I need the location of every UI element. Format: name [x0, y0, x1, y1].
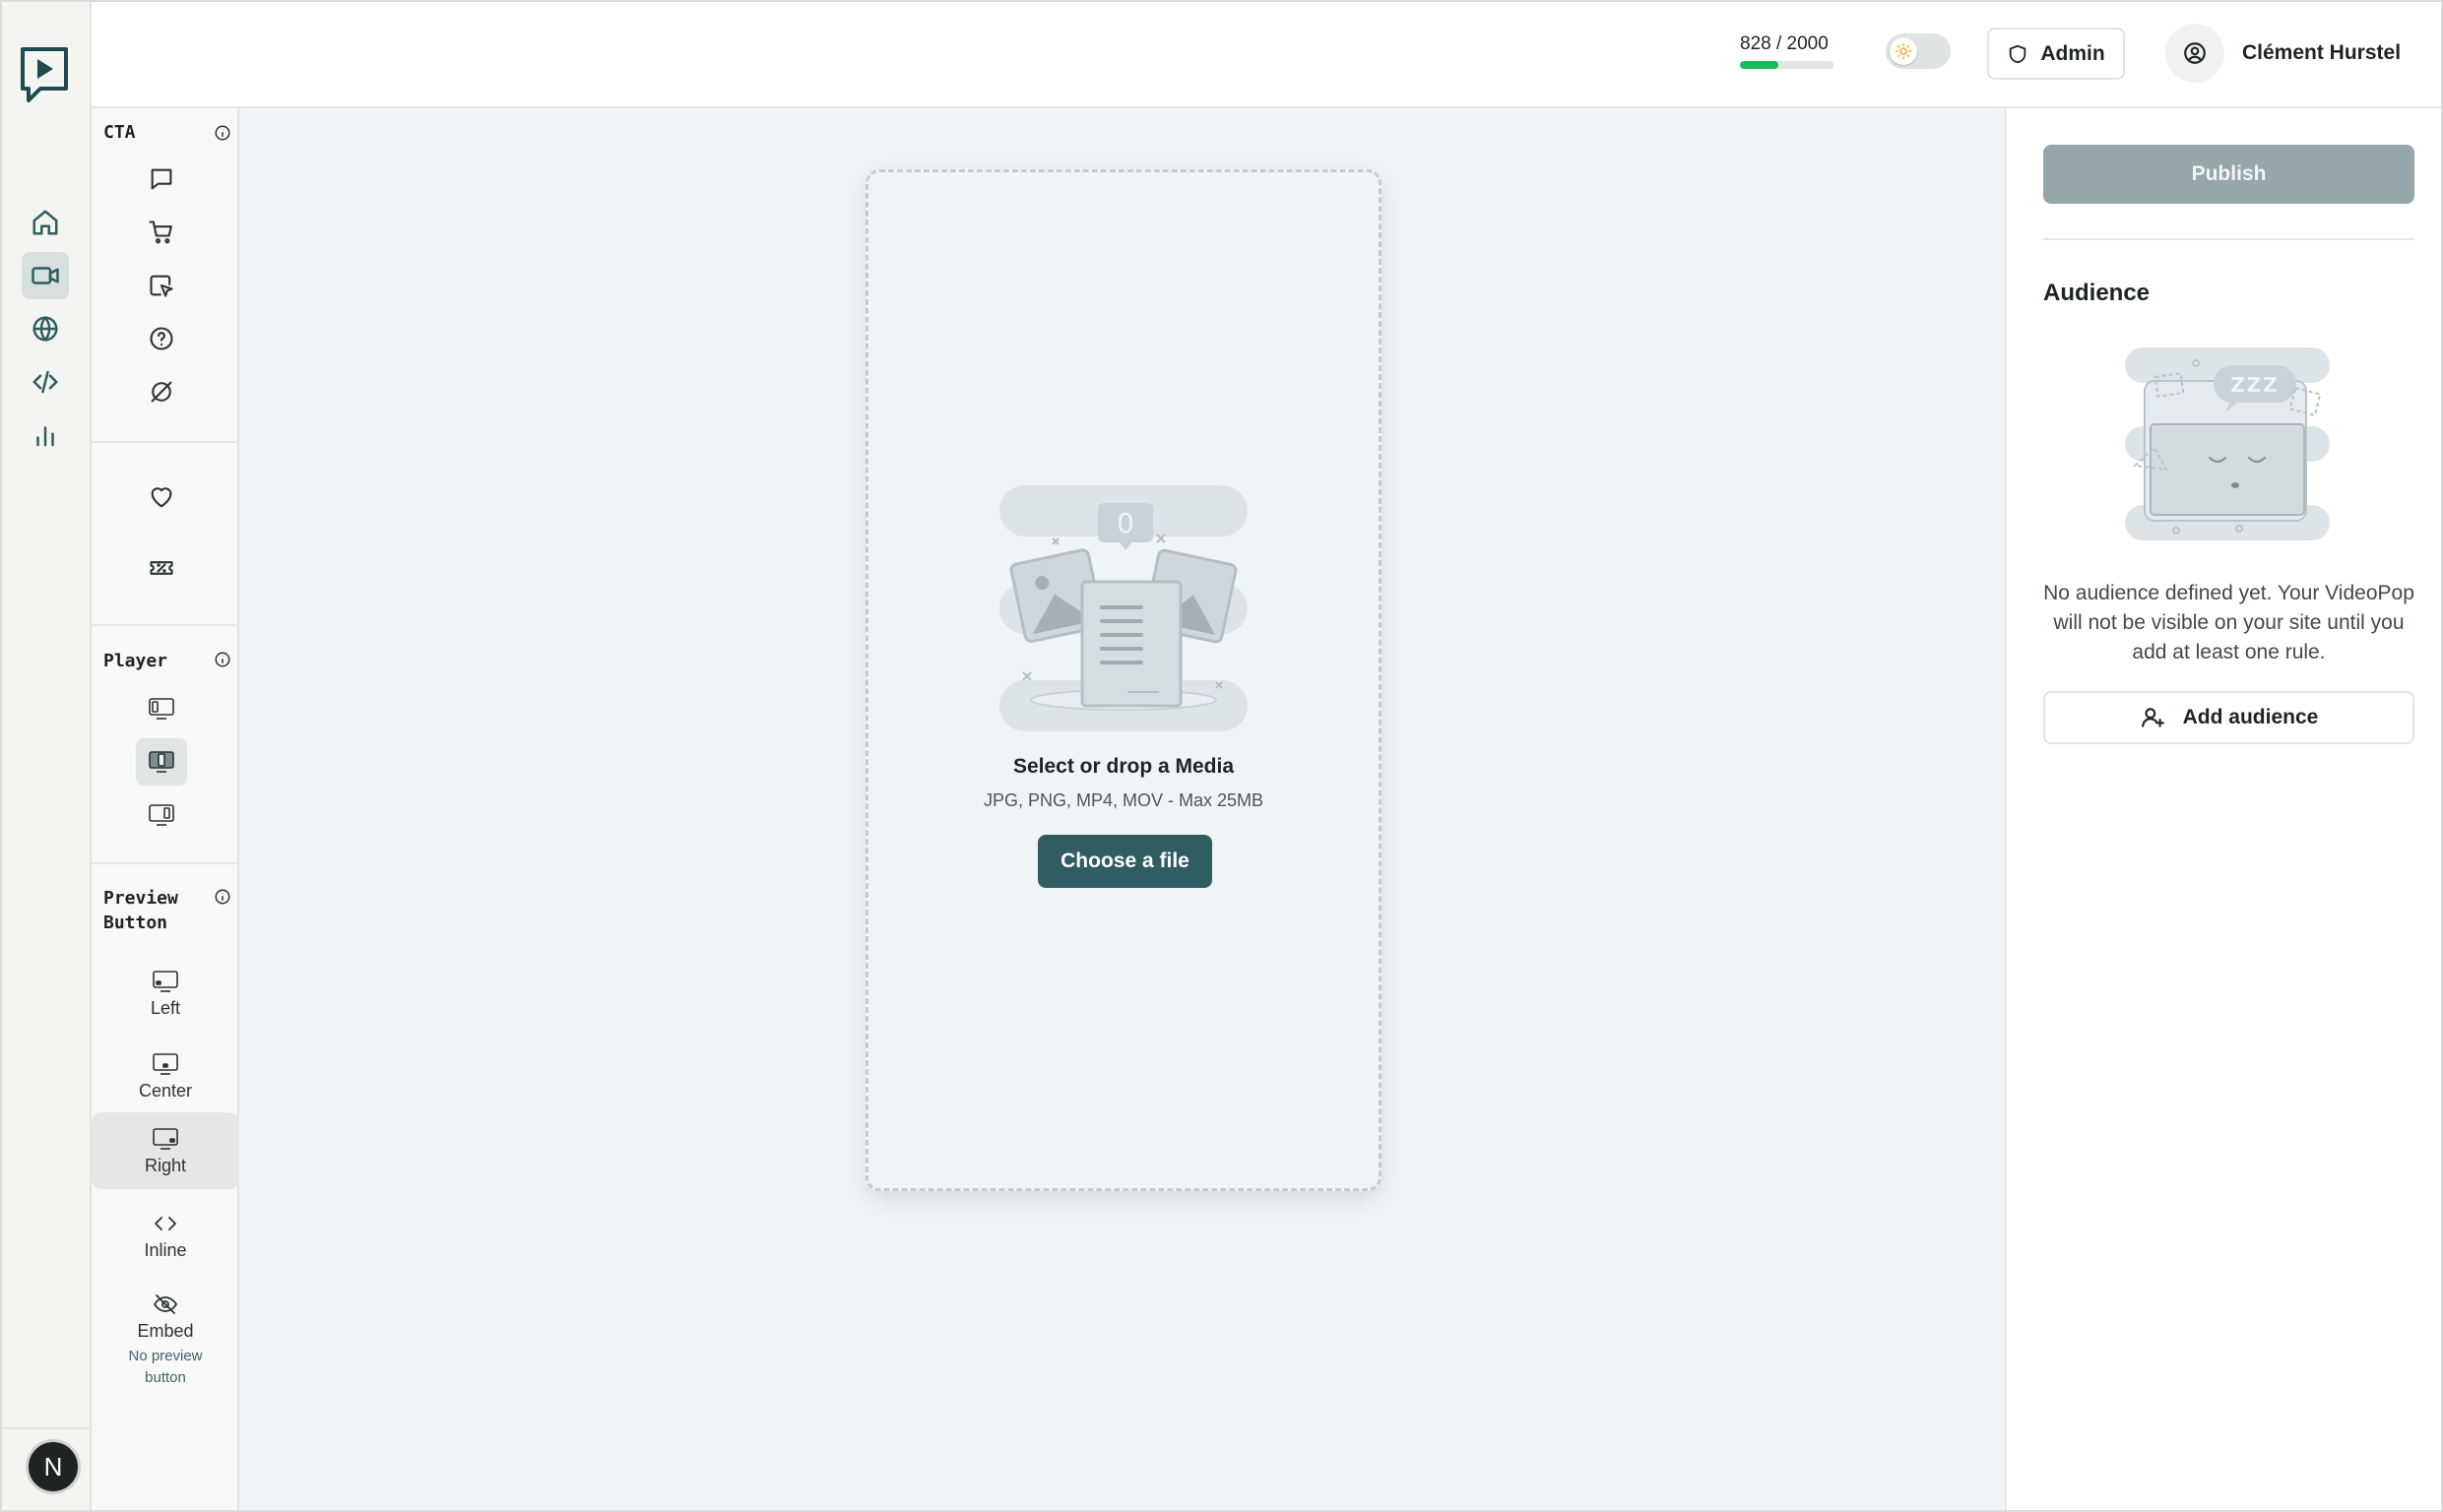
player-left-button[interactable] [136, 685, 187, 732]
preview-left-option[interactable]: Left [92, 955, 239, 1032]
nav-code-icon[interactable] [22, 358, 69, 406]
nav-video-icon[interactable] [22, 252, 69, 299]
inline-code-icon [155, 1216, 176, 1230]
usage-progress-fill [1740, 61, 1779, 69]
cta-like-button[interactable] [136, 473, 187, 521]
nav-bar-chart-icon[interactable] [22, 411, 69, 459]
cta-coupon-button[interactable] [136, 544, 187, 592]
theme-toggle[interactable] [1886, 33, 1951, 69]
preview-right-option[interactable]: Right [92, 1112, 239, 1189]
preview-inline-option[interactable]: Inline [92, 1197, 239, 1274]
eye-off-icon [153, 1293, 178, 1314]
app-logo-icon[interactable] [19, 45, 70, 104]
heart-icon [151, 487, 172, 508]
preview-button-section-title: Preview Button [103, 888, 178, 933]
media-upload-illustration: 0 [999, 485, 1248, 731]
preview-info-icon[interactable] [214, 888, 231, 906]
workspace-avatar[interactable]: N [26, 1439, 81, 1494]
usage-meter: 828 / 2000 [1740, 33, 1834, 69]
sun-icon [1890, 37, 1917, 65]
position-center-icon [153, 1052, 178, 1075]
cta-cart-button[interactable] [136, 209, 187, 256]
message-icon [151, 168, 172, 190]
nav-globe-icon[interactable] [22, 305, 69, 352]
player-left-icon [149, 698, 174, 720]
preview-left-label: Left [150, 997, 181, 1018]
player-right-icon [149, 804, 174, 826]
cart-icon [149, 220, 172, 244]
audience-title: Audience [2043, 280, 2151, 306]
preview-right-label: Right [144, 1155, 187, 1175]
media-dropzone[interactable]: 0 Select or drop a Media JPG, PNG, MP4, … [866, 169, 1382, 1191]
dropzone-file-hint: JPG, PNG, MP4, MOV - Max 25MB [983, 790, 1264, 810]
preview-center-option[interactable]: Center [92, 1038, 239, 1114]
settings-panel: Publish Audience ZZZ No audience defined… [2005, 108, 2441, 1510]
none-icon [151, 381, 172, 403]
usage-progress-bar [1740, 61, 1833, 69]
cta-info-icon[interactable] [214, 124, 231, 142]
top-bar: 828 / 2000 Admin Clément Hurstel [92, 2, 2441, 108]
preview-embed-sublabel: No preview button [128, 1347, 203, 1386]
preview-embed-label: Embed [137, 1320, 194, 1341]
rail-divider [2, 1427, 92, 1429]
nav-home-icon[interactable] [22, 199, 69, 246]
cta-none-button[interactable] [136, 368, 187, 415]
player-info-icon[interactable] [214, 651, 231, 668]
cta-help-button[interactable] [136, 315, 187, 362]
preview-inline-label: Inline [144, 1239, 187, 1260]
user-circle-icon [2184, 42, 2206, 64]
cta-section-title: CTA [103, 122, 136, 143]
user-name: Clément Hurstel [2242, 41, 2402, 64]
app-window: N CTA Player Preview Button Left Center … [0, 0, 2443, 1512]
cursor-click-icon [150, 275, 173, 297]
tools-panel: CTA Player Preview Button Left Center Ri… [92, 2, 239, 1510]
user-menu[interactable]: Clément Hurstel [2165, 22, 2401, 85]
cta-click-button[interactable] [136, 262, 187, 309]
position-right-icon [153, 1127, 178, 1150]
usage-text: 828 / 2000 [1740, 33, 1829, 54]
empty-audience-illustration: ZZZ [2125, 347, 2330, 540]
upload-count-badge: 0 [1117, 507, 1134, 539]
ticket-percent-icon [150, 561, 173, 575]
user-plus-icon [2141, 708, 2164, 727]
sleep-zzz-text: ZZZ [2230, 373, 2280, 397]
tools-divider [92, 441, 239, 443]
tools-divider [92, 862, 239, 864]
player-center-button[interactable] [136, 738, 187, 786]
cta-message-button[interactable] [136, 156, 187, 203]
shield-icon [2010, 44, 2026, 63]
admin-label: Admin [2040, 41, 2105, 65]
choose-file-button[interactable]: Choose a file [1038, 835, 1212, 888]
audience-empty-message: No audience defined yet. Your VideoPop w… [2043, 582, 2414, 663]
player-right-button[interactable] [136, 791, 187, 839]
publish-button[interactable]: Publish [2043, 145, 2414, 204]
position-left-icon [153, 970, 178, 992]
editor-canvas: 0 Select or drop a Media JPG, PNG, MP4, … [239, 108, 2005, 1510]
help-circle-icon [150, 327, 173, 350]
add-audience-label: Add audience [2182, 706, 2319, 728]
admin-button[interactable]: Admin [1987, 28, 2125, 80]
panel-divider [2043, 238, 2414, 240]
preview-embed-option[interactable]: Embed No preview button [92, 1282, 239, 1398]
preview-center-label: Center [138, 1080, 193, 1101]
tools-divider [92, 624, 239, 626]
user-avatar [2165, 24, 2224, 83]
main-nav-rail: N [2, 2, 92, 1510]
player-center-icon [149, 751, 174, 773]
add-audience-button[interactable]: Add audience [2043, 691, 2414, 744]
player-section-title: Player [103, 651, 168, 671]
dropzone-title: Select or drop a Media [1012, 755, 1235, 778]
